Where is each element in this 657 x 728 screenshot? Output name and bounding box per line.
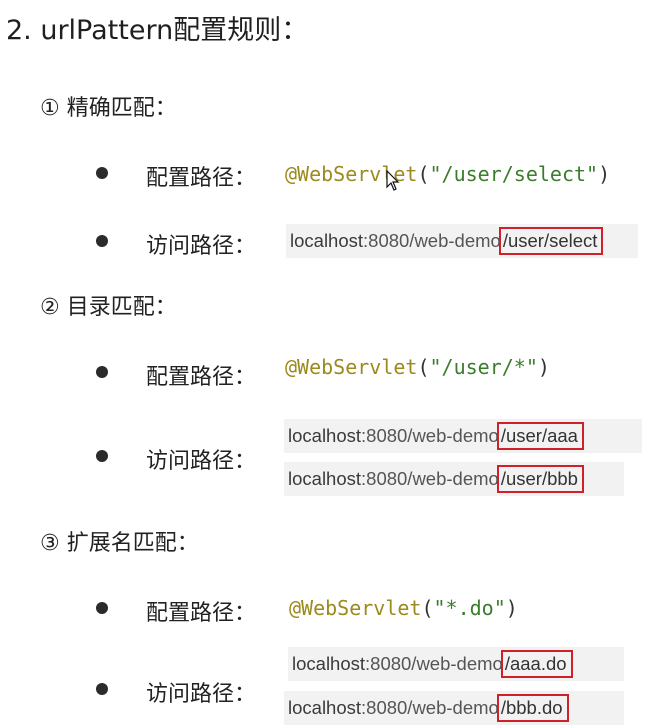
bullet bbox=[96, 683, 108, 695]
bullet bbox=[96, 366, 108, 378]
config-label: 配置路径： bbox=[146, 365, 257, 390]
page-title: 2. urlPattern配置规则： bbox=[6, 15, 309, 46]
highlighted-path: /aaa.do bbox=[500, 650, 573, 678]
highlighted-path: /bbb.do bbox=[496, 694, 569, 722]
config-label: 配置路径： bbox=[146, 166, 257, 191]
access-url: localhost:8080/web-demo/bbb.do bbox=[284, 691, 624, 725]
access-url: localhost:8080/web-demo/user/aaa bbox=[284, 419, 642, 453]
section-heading-directory: ② 目录匹配： bbox=[40, 295, 177, 320]
access-label: 访问路径： bbox=[146, 449, 257, 474]
access-label: 访问路径： bbox=[146, 234, 257, 259]
highlighted-path: /user/aaa bbox=[496, 422, 584, 450]
bullet bbox=[96, 235, 108, 247]
access-url: localhost:8080/web-demo/user/select bbox=[286, 224, 638, 258]
access-label: 访问路径： bbox=[146, 682, 257, 707]
access-url: localhost:8080/web-demo/aaa.do bbox=[288, 647, 624, 681]
highlighted-path: /user/bbb bbox=[496, 465, 584, 493]
bullet bbox=[96, 450, 108, 462]
url-pattern: "*.do" bbox=[433, 596, 506, 620]
highlighted-path: /user/select bbox=[498, 227, 604, 255]
config-code: @WebServlet("/user/select") bbox=[285, 162, 611, 186]
config-code: @WebServlet("/user/*") bbox=[285, 355, 550, 379]
config-label: 配置路径： bbox=[146, 601, 257, 626]
section-heading-exact: ① 精确匹配： bbox=[40, 96, 177, 121]
annotation: @WebServlet bbox=[285, 355, 418, 379]
section-heading-extension: ③ 扩展名匹配： bbox=[40, 531, 199, 556]
url-pattern: "/user/*" bbox=[429, 355, 538, 379]
mouse-cursor-icon bbox=[386, 170, 400, 191]
bullet bbox=[96, 602, 108, 614]
annotation: @WebServlet bbox=[289, 596, 422, 620]
config-code: @WebServlet("*.do") bbox=[289, 596, 518, 620]
bullet bbox=[96, 167, 108, 179]
url-pattern: "/user/select" bbox=[429, 162, 599, 186]
access-url: localhost:8080/web-demo/user/bbb bbox=[284, 462, 624, 496]
